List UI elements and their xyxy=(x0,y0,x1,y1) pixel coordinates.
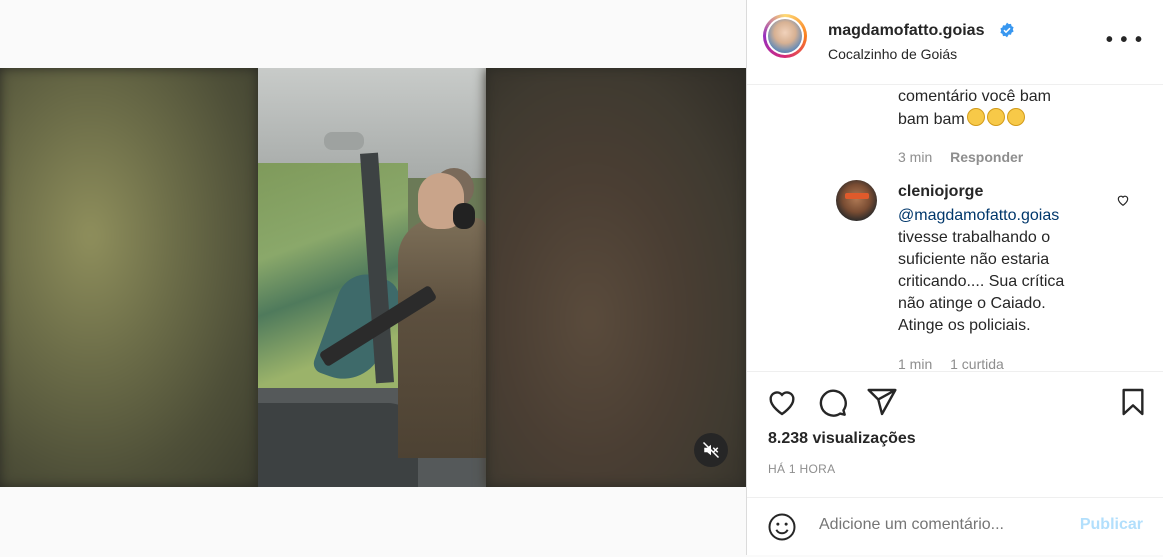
post-header: magdamofatto.goias Cocalzinho de Goiás •… xyxy=(747,0,1163,85)
comment-icon[interactable] xyxy=(816,386,848,418)
post-timestamp[interactable]: HÁ 1 HORA xyxy=(768,462,835,476)
bookmark-icon[interactable] xyxy=(1117,386,1149,418)
add-comment-bar: Publicar xyxy=(747,497,1163,557)
author-username[interactable]: magdamofatto.goias xyxy=(828,22,984,40)
comment-meta: 3 min Responder xyxy=(898,149,1037,165)
smiley-emoji-icon xyxy=(966,108,985,126)
mute-button[interactable] xyxy=(694,433,728,467)
post-actions: 8.238 visualizações HÁ 1 HORA Publicar xyxy=(747,371,1163,556)
media-column xyxy=(0,0,746,555)
commenter-avatar[interactable] xyxy=(836,180,877,221)
publish-button[interactable]: Publicar xyxy=(1080,516,1143,534)
comment-time: 3 min xyxy=(898,149,933,165)
like-comment-heart-icon[interactable] xyxy=(1116,193,1130,207)
video-blur-left xyxy=(0,68,258,487)
share-icon[interactable] xyxy=(866,386,898,418)
video-blur-right xyxy=(486,68,746,487)
post-sidebar: magdamofatto.goias Cocalzinho de Goiás •… xyxy=(746,0,1163,555)
commenter-username[interactable]: cleniojorge xyxy=(898,183,983,201)
mention-link[interactable]: @magdamofatto.goias xyxy=(898,207,1059,224)
post-location[interactable]: Cocalzinho de Goiás xyxy=(828,46,957,62)
smiley-emoji-icon xyxy=(986,108,1005,126)
comments-list[interactable]: comentário você bam bam bam 3 min Respon… xyxy=(747,85,1163,370)
comment-meta: 1 min 1 curtida xyxy=(898,356,1018,370)
ellipsis-icon[interactable]: • • • xyxy=(1106,30,1143,50)
comment-likes[interactable]: 1 curtida xyxy=(950,356,1004,370)
speaker-muted-icon xyxy=(702,441,720,459)
heart-icon[interactable] xyxy=(766,386,798,418)
view-count[interactable]: 8.238 visualizações xyxy=(768,430,916,448)
video-content xyxy=(258,68,486,487)
author-avatar[interactable] xyxy=(763,14,807,58)
comment-body: @magdamofatto.goias tivesse trabalhando … xyxy=(898,207,1065,334)
emoji-picker-icon[interactable] xyxy=(767,512,797,542)
smiley-emoji-icon xyxy=(1006,108,1025,126)
comment-time: 1 min xyxy=(898,356,933,370)
comment-text: comentário você bam bam bam xyxy=(898,88,1051,128)
video-player[interactable] xyxy=(0,68,746,487)
comment-input[interactable] xyxy=(817,515,1071,535)
reply-button[interactable]: Responder xyxy=(950,149,1023,165)
verified-badge-icon xyxy=(1000,22,1014,38)
